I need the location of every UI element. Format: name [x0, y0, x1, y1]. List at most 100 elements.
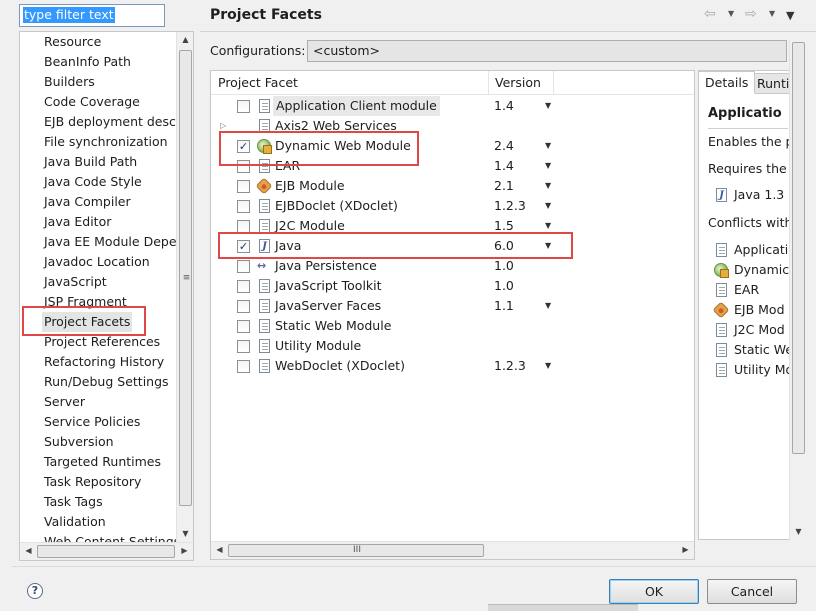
facet-checkbox[interactable] [237, 360, 250, 373]
table-row[interactable]: ✓ J Java 6.0 ▼ [211, 236, 694, 256]
facet-version[interactable]: 1.2.3 [494, 356, 526, 376]
sidebar-item[interactable]: Targeted Runtimes [44, 452, 161, 472]
sidebar-item[interactable]: Java Editor [44, 212, 111, 232]
sidebar-item[interactable]: JavaScript [44, 272, 107, 292]
facet-checkbox[interactable] [237, 220, 250, 233]
sidebar-item[interactable]: Server [44, 392, 85, 412]
view-menu-icon[interactable]: ▼ [786, 8, 794, 24]
sidebar-item[interactable]: File synchronization [44, 132, 168, 152]
scroll-left-icon[interactable]: ◀ [20, 543, 37, 559]
sidebar-item[interactable]: Service Policies [44, 412, 140, 432]
sidebar-item[interactable]: Run/Debug Settings [44, 372, 169, 392]
sidebar-item[interactable]: Java EE Module Deper [44, 232, 178, 252]
forward-arrow-icon[interactable]: ⇨ [745, 6, 757, 22]
column-header-facet[interactable]: Project Facet [211, 71, 489, 95]
facet-checkbox[interactable]: ✓ [237, 140, 250, 153]
table-row[interactable]: EJB Module 2.1 ▼ [211, 176, 694, 196]
facet-version[interactable]: 1.5 [494, 216, 514, 236]
table-row[interactable]: J2C Module 1.5 ▼ [211, 216, 694, 236]
nav-horizontal-scrollbar[interactable]: ◀ ▶ [20, 542, 193, 560]
facet-version[interactable]: 2.4 [494, 136, 514, 156]
version-dropdown-icon[interactable]: ▼ [545, 196, 551, 216]
nav-vertical-scrollbar[interactable]: ▲ ≡ ▼ [176, 32, 193, 542]
version-dropdown-icon[interactable]: ▼ [545, 96, 551, 116]
table-row[interactable]: Utility Module [211, 336, 694, 356]
facet-version[interactable]: 6.0 [494, 236, 514, 256]
scroll-down-icon[interactable]: ▼ [790, 524, 807, 540]
facet-checkbox[interactable] [237, 320, 250, 333]
sidebar-item[interactable]: Javadoc Location [44, 252, 150, 272]
configurations-select[interactable]: <custom> [307, 40, 787, 62]
version-dropdown-icon[interactable]: ▼ [545, 136, 551, 156]
facet-checkbox[interactable] [237, 340, 250, 353]
facet-checkbox[interactable] [237, 180, 250, 193]
facet-checkbox[interactable] [237, 200, 250, 213]
facet-checkbox[interactable] [237, 280, 250, 293]
column-header-version[interactable]: Version [489, 71, 554, 95]
scroll-thumb[interactable] [37, 545, 175, 558]
facet-checkbox[interactable] [237, 300, 250, 313]
version-dropdown-icon[interactable]: ▼ [545, 156, 551, 176]
filter-input[interactable]: type filter text [19, 4, 165, 27]
table-row[interactable]: Application Client module 1.4 ▼ [211, 96, 694, 116]
version-dropdown-icon[interactable]: ▼ [545, 236, 551, 256]
version-dropdown-icon[interactable]: ▼ [545, 356, 551, 376]
facet-checkbox[interactable]: ✓ [237, 240, 250, 253]
sidebar-item[interactable]: Validation [44, 512, 106, 532]
sidebar-item[interactable]: Java Build Path [44, 152, 137, 172]
version-dropdown-icon[interactable]: ▼ [545, 216, 551, 236]
chevron-down-icon[interactable]: ▼ [769, 9, 775, 19]
sidebar-item[interactable]: Project References [44, 332, 160, 352]
scroll-right-icon[interactable]: ▶ [176, 543, 193, 559]
table-row[interactable]: ✓ Dynamic Web Module 2.4 ▼ [211, 136, 694, 156]
table-row[interactable]: ▷ Axis2 Web Services [211, 116, 694, 136]
table-row[interactable]: ↔ Java Persistence 1.0 [211, 256, 694, 276]
sidebar-item[interactable]: Web Content Settings [44, 532, 178, 542]
property-page-list[interactable]: Resource BeanInfo Path Builders Code Covera… [19, 31, 194, 561]
facet-checkbox[interactable] [237, 100, 250, 113]
table-row[interactable]: JavaScript Toolkit 1.0 [211, 276, 694, 296]
scroll-thumb[interactable]: ≡ [179, 50, 192, 506]
ok-button[interactable]: OK [609, 579, 699, 604]
table-row[interactable]: JavaServer Faces 1.1 ▼ [211, 296, 694, 316]
table-row[interactable]: Static Web Module [211, 316, 694, 336]
scroll-up-icon[interactable]: ▲ [177, 32, 193, 48]
cancel-button[interactable]: Cancel [707, 579, 797, 604]
version-dropdown-icon[interactable]: ▼ [545, 296, 551, 316]
sidebar-item[interactable]: Builders [44, 72, 95, 92]
table-row[interactable]: EJBDoclet (XDoclet) 1.2.3 ▼ [211, 196, 694, 216]
facet-version[interactable]: 1.1 [494, 296, 514, 316]
tab-details[interactable]: Details [699, 71, 756, 94]
sidebar-item[interactable]: JSP Fragment [44, 292, 127, 312]
sidebar-item[interactable]: Refactoring History [44, 352, 164, 372]
table-row[interactable]: EAR 1.4 ▼ [211, 156, 694, 176]
scroll-left-icon[interactable]: ◀ [211, 542, 228, 558]
facet-version[interactable]: 1.4 [494, 156, 514, 176]
scroll-thumb[interactable] [792, 42, 805, 454]
table-horizontal-scrollbar[interactable]: ◀ III ▶ [211, 541, 694, 559]
expand-icon[interactable]: ▷ [220, 116, 226, 136]
table-row[interactable]: WebDoclet (XDoclet) 1.2.3 ▼ [211, 356, 694, 376]
sidebar-item[interactable]: Resource [44, 32, 101, 52]
sidebar-item[interactable]: Java Code Style [44, 172, 142, 192]
facet-checkbox[interactable] [237, 160, 250, 173]
scroll-thumb[interactable]: III [228, 544, 484, 557]
version-dropdown-icon[interactable]: ▼ [545, 176, 551, 196]
scroll-down-icon[interactable]: ▼ [177, 526, 193, 542]
sidebar-item[interactable]: EJB deployment descri [44, 112, 178, 132]
sidebar-item[interactable]: Java Compiler [44, 192, 131, 212]
sidebar-item[interactable]: Task Tags [44, 492, 103, 512]
chevron-down-icon[interactable]: ▼ [728, 9, 734, 19]
facet-version[interactable]: 2.1 [494, 176, 514, 196]
facet-version[interactable]: 1.4 [494, 96, 514, 116]
tab-runtimes[interactable]: Runti [750, 73, 789, 94]
page-vertical-scrollbar[interactable]: ▼ [789, 40, 806, 540]
help-icon[interactable]: ? [27, 583, 43, 599]
scroll-right-icon[interactable]: ▶ [677, 542, 694, 558]
sidebar-item[interactable]: Project Facets [42, 312, 133, 332]
sidebar-item[interactable]: Subversion [44, 432, 114, 452]
sidebar-item[interactable]: Task Repository [44, 472, 141, 492]
facet-checkbox[interactable] [237, 260, 250, 273]
back-arrow-icon[interactable]: ⇦ [704, 6, 716, 22]
sidebar-item[interactable]: BeanInfo Path [44, 52, 131, 72]
